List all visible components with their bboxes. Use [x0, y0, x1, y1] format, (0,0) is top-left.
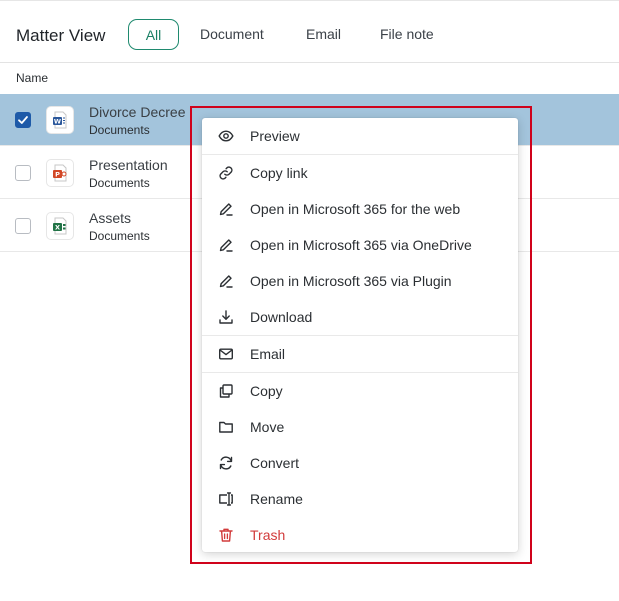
- powerpoint-file-icon: P: [47, 160, 73, 186]
- menu-item-label: Copy link: [250, 165, 308, 181]
- menu-item-download[interactable]: Download: [202, 299, 518, 335]
- check-icon: [18, 116, 28, 124]
- download-icon: [219, 310, 233, 324]
- menu-item-move[interactable]: Move: [202, 409, 518, 445]
- menu-item-label: Rename: [250, 491, 303, 507]
- word-file-icon: W: [47, 107, 73, 133]
- menu-item-preview[interactable]: Preview: [202, 118, 518, 154]
- menu-item-label: Email: [250, 346, 286, 362]
- eye-icon: [218, 130, 234, 142]
- link-icon: [219, 166, 233, 180]
- context-menu: Preview Copy link Open in Microsoft 365 …: [202, 118, 518, 552]
- file-location: Documents: [89, 123, 150, 137]
- header-divider: [0, 62, 619, 63]
- row-checkbox[interactable]: [15, 218, 31, 234]
- svg-text:X: X: [55, 224, 60, 232]
- menu-item-label: Move: [250, 419, 285, 435]
- file-name[interactable]: Assets: [89, 210, 131, 226]
- row-checkbox[interactable]: [15, 112, 31, 128]
- rename-icon: [219, 492, 233, 506]
- pencil-icon: [219, 203, 233, 216]
- menu-item-rename[interactable]: Rename: [202, 481, 518, 517]
- refresh-icon: [219, 456, 233, 470]
- tab-file-note[interactable]: File note: [380, 19, 434, 50]
- tab-email[interactable]: Email: [306, 19, 341, 50]
- file-name[interactable]: Divorce Decree: [89, 104, 185, 120]
- menu-item-label: Download: [250, 309, 313, 325]
- header-bar: Matter View All Document Email File note: [0, 0, 619, 62]
- menu-item-label: Open in Microsoft 365 via Plugin: [250, 273, 452, 289]
- menu-item-copy-link[interactable]: Copy link: [202, 155, 518, 191]
- tab-all[interactable]: All: [128, 19, 179, 50]
- menu-item-copy[interactable]: Copy: [202, 373, 518, 409]
- menu-item-email[interactable]: Email: [202, 336, 518, 372]
- file-location: Documents: [89, 176, 150, 190]
- svg-text:W: W: [54, 118, 61, 126]
- menu-item-label: Open in Microsoft 365 via OneDrive: [250, 237, 472, 253]
- file-name[interactable]: Presentation: [89, 157, 168, 173]
- row-checkbox[interactable]: [15, 165, 31, 181]
- pencil-icon: [219, 275, 233, 288]
- pencil-icon: [219, 239, 233, 252]
- folder-icon: [219, 421, 233, 433]
- menu-item-open-365-plugin[interactable]: Open in Microsoft 365 via Plugin: [202, 263, 518, 299]
- tab-document[interactable]: Document: [200, 19, 264, 50]
- menu-item-label: Preview: [250, 128, 300, 144]
- mail-icon: [219, 348, 234, 360]
- menu-item-trash[interactable]: Trash: [202, 517, 518, 553]
- menu-item-label: Trash: [250, 527, 286, 543]
- trash-icon: [219, 528, 233, 542]
- menu-item-open-365-web[interactable]: Open in Microsoft 365 for the web: [202, 191, 518, 227]
- menu-item-label: Convert: [250, 455, 300, 471]
- menu-item-convert[interactable]: Convert: [202, 445, 518, 481]
- page-title: Matter View: [16, 26, 106, 45]
- menu-item-label: Open in Microsoft 365 for the web: [250, 201, 461, 217]
- excel-file-icon: X: [47, 213, 73, 239]
- svg-text:P: P: [55, 171, 60, 179]
- menu-item-label: Copy: [250, 383, 283, 399]
- column-header-name[interactable]: Name: [16, 71, 48, 85]
- menu-item-open-365-onedrive[interactable]: Open in Microsoft 365 via OneDrive: [202, 227, 518, 263]
- copy-icon: [219, 384, 233, 398]
- file-location: Documents: [89, 229, 150, 243]
